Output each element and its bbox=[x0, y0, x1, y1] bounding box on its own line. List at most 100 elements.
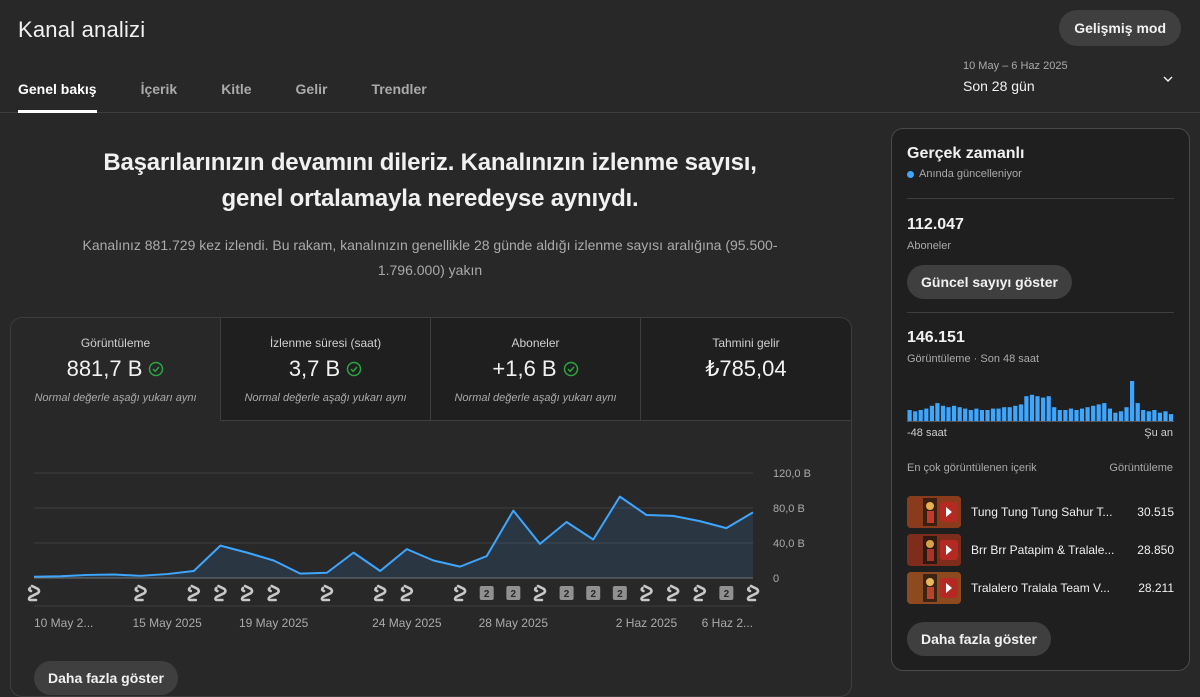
x-tick-label: 24 May 2025 bbox=[372, 616, 442, 630]
realtime-live-status: Anında güncelleniyor bbox=[907, 168, 1022, 180]
hourly-bar bbox=[974, 408, 979, 421]
svg-text:2: 2 bbox=[590, 589, 596, 600]
hourly-bar bbox=[1035, 396, 1040, 421]
top-bar: Kanal analizi Gelişmiş mod Genel bakış İ… bbox=[0, 0, 1200, 113]
divider bbox=[907, 312, 1174, 313]
upload-count-marker: 2 bbox=[719, 586, 734, 600]
hourly-bar bbox=[946, 407, 951, 421]
hourly-bar bbox=[1113, 412, 1118, 421]
tab-bar: Genel bakış İçerik Kitle Gelir Trendler bbox=[0, 80, 427, 113]
video-thumbnail bbox=[907, 572, 961, 604]
video-title: Tung Tung Tung Sahur T... bbox=[971, 505, 1113, 519]
hourly-bar bbox=[957, 407, 962, 421]
hourly-bar bbox=[1057, 410, 1062, 421]
summary-subtext-line-2: 1.796.000) yakın bbox=[377, 262, 483, 278]
shorts-icon bbox=[373, 584, 387, 602]
summary-subtext: Kanalınız 881.729 kez izlendi. Bu rakam,… bbox=[70, 233, 790, 283]
advanced-mode-button[interactable]: Gelişmiş mod bbox=[1059, 10, 1181, 46]
realtime-live-text: Anında güncelleniyor bbox=[919, 168, 1022, 180]
svg-text:2: 2 bbox=[724, 589, 730, 600]
shorts-icon bbox=[27, 584, 41, 602]
hourly-bar bbox=[1029, 394, 1035, 421]
shorts-icon bbox=[240, 584, 254, 602]
page-title: Kanal analizi bbox=[18, 17, 146, 42]
hourly-views-chart bbox=[907, 381, 1174, 421]
hourly-bar bbox=[985, 410, 990, 421]
y-tick-label: 120,0 B bbox=[773, 468, 811, 480]
shorts-icon bbox=[746, 584, 760, 602]
top-content-row[interactable]: Tralalero Tralala Team V... 28.211 bbox=[907, 572, 1174, 604]
summary-headline-line-1: Başarılarınızın devamını dileriz. Kanalı… bbox=[103, 149, 757, 176]
hourly-bar bbox=[996, 408, 1001, 421]
tab-overview[interactable]: Genel bakış bbox=[18, 80, 97, 113]
realtime-views-count: 146.151 bbox=[907, 329, 965, 346]
hourly-bar bbox=[1091, 405, 1096, 421]
chevron-down-icon bbox=[1163, 76, 1173, 82]
show-current-count-button[interactable]: Güncel sayıyı göster bbox=[907, 265, 1072, 299]
video-views: 30.515 bbox=[1137, 505, 1174, 519]
date-range-selector[interactable]: 10 May – 6 Haz 2025 Son 28 gün bbox=[963, 60, 1173, 100]
tab-audience[interactable]: Kitle bbox=[221, 80, 251, 113]
show-more-button[interactable]: Daha fazla göster bbox=[907, 622, 1051, 656]
summary-headline: Başarılarınızın devamını dileriz. Kanalı… bbox=[40, 145, 820, 217]
hourly-bar bbox=[968, 410, 973, 421]
hourly-bar bbox=[1063, 410, 1068, 421]
realtime-title: Gerçek zamanlı bbox=[907, 145, 1025, 162]
hourly-bar bbox=[924, 408, 929, 421]
hourly-bar bbox=[1135, 403, 1140, 421]
hourly-bar bbox=[929, 405, 934, 421]
x-tick-label: 6 Haz 2... bbox=[702, 616, 753, 630]
shorts-icon bbox=[640, 584, 653, 602]
shorts-icon bbox=[320, 584, 334, 602]
hourly-bar bbox=[1102, 403, 1107, 421]
x-tick-label: 28 May 2025 bbox=[479, 616, 549, 630]
summary-headline-line-2: genel ortalamayla neredeyse aynıydı. bbox=[221, 185, 639, 212]
hourly-bar bbox=[1152, 410, 1157, 421]
video-views: 28.211 bbox=[1138, 581, 1174, 595]
shorts-icon bbox=[693, 584, 707, 602]
upload-count-marker: 2 bbox=[612, 586, 627, 600]
views-chart: 120,0 B 80,0 B 40,0 B 0 2 2 2 2 2 2 10 May 2... 15 … bbox=[27, 468, 811, 630]
tab-content[interactable]: İçerik bbox=[141, 80, 178, 113]
subscriber-count: 112.047 bbox=[907, 216, 964, 233]
tab-trends[interactable]: Trendler bbox=[371, 80, 426, 113]
video-thumbnail bbox=[907, 534, 961, 566]
upload-count-marker: 2 bbox=[506, 586, 521, 600]
summary-subtext-line-1: Kanalınız 881.729 kez izlendi. Bu rakam,… bbox=[82, 237, 778, 253]
subscriber-label: Aboneler bbox=[907, 240, 952, 252]
hourly-bar bbox=[1018, 404, 1023, 421]
hourly-bar bbox=[1124, 407, 1129, 421]
svg-text:2: 2 bbox=[617, 589, 623, 600]
hourly-bar bbox=[1107, 408, 1112, 421]
tab-revenue[interactable]: Gelir bbox=[296, 80, 328, 113]
top-content-row[interactable]: Brr Brr Patapim & Tralale... 28.850 bbox=[907, 534, 1174, 566]
hourly-bar bbox=[1118, 411, 1124, 421]
date-range-label: Son 28 gün bbox=[963, 78, 1035, 94]
divider bbox=[907, 198, 1174, 199]
top-content-column: Görüntüleme bbox=[1109, 462, 1173, 474]
x-tick-label: 2 Haz 2025 bbox=[616, 616, 678, 630]
show-more-button[interactable]: Daha fazla göster bbox=[34, 661, 178, 695]
overview-card: Görüntüleme 881,7 B Normal değerle aşağı… bbox=[10, 317, 852, 697]
x-tick-label: 10 May 2... bbox=[34, 616, 93, 630]
x-tick-label: 15 May 2025 bbox=[132, 616, 202, 630]
hourly-bar bbox=[990, 408, 996, 421]
views-area bbox=[34, 496, 753, 578]
shorts-icon bbox=[533, 584, 547, 602]
hourly-bar bbox=[1079, 408, 1085, 421]
top-content-row[interactable]: Tung Tung Tung Sahur T... 30.515 bbox=[907, 496, 1174, 528]
hourly-bar bbox=[1146, 411, 1151, 421]
axis-left-label: -48 saat bbox=[907, 427, 947, 439]
hourly-bar bbox=[1052, 407, 1057, 421]
hourly-bar bbox=[1157, 412, 1162, 421]
upload-count-marker: 2 bbox=[559, 586, 574, 600]
chart-baseline bbox=[907, 421, 1174, 422]
shorts-icon bbox=[214, 584, 227, 602]
svg-text:2: 2 bbox=[564, 589, 570, 600]
hourly-bar bbox=[979, 410, 984, 421]
hourly-bar bbox=[940, 405, 946, 421]
upload-count-marker: 2 bbox=[479, 586, 494, 600]
hourly-bar bbox=[1007, 407, 1012, 421]
hourly-bar bbox=[1074, 410, 1079, 421]
video-thumbnail bbox=[907, 496, 961, 528]
